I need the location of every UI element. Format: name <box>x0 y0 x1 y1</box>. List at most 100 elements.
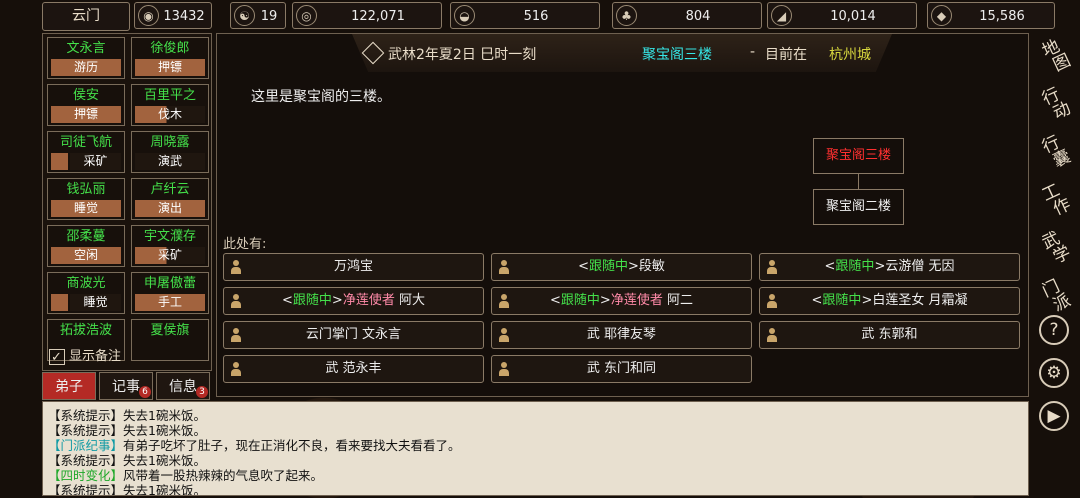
coin-pouch-icon: ◉ <box>138 5 159 26</box>
disciple-job: 采矿 <box>70 153 121 170</box>
bag-button[interactable]: 行囊 <box>1035 132 1075 183</box>
npc-post: > <box>331 293 343 308</box>
npc-button[interactable]: 武 耶律友琴 <box>491 321 752 349</box>
resource-counter: ◉ 13432 <box>134 2 212 29</box>
work-button[interactable]: 工作 <box>1035 180 1075 231</box>
npc-button[interactable]: 万鸿宝 <box>223 253 484 281</box>
job-progress-marker <box>51 294 68 311</box>
npc-name: 阿二 <box>662 293 693 308</box>
disciple-name: 商波光 <box>66 276 106 291</box>
npc-button[interactable]: <跟随中>段敏 <box>491 253 752 281</box>
npc-button[interactable]: <跟随中>云游僧 无因 <box>759 253 1020 281</box>
disciple-card[interactable]: 邵柔蔓 空闲 <box>47 225 125 267</box>
npc-button[interactable]: <跟随中>净莲使者 阿二 <box>491 287 752 315</box>
game-date: 武林2年夏2日 巳时一刻 <box>388 47 537 63</box>
npc-name: 武 东郭和 <box>861 327 918 342</box>
play-icon[interactable]: ▶ <box>1039 401 1069 431</box>
checkbox-icon[interactable] <box>49 346 65 370</box>
ore-icon: ◆ <box>931 5 952 26</box>
show-notes-toggle[interactable]: 显示备注 <box>43 345 211 370</box>
disciple-job: 演出 <box>135 200 205 217</box>
martial-arts-button[interactable]: 武学 <box>1035 228 1075 279</box>
notification-badge: 3 <box>196 386 208 398</box>
npc-post: > <box>861 293 873 308</box>
npc-button[interactable]: 武 东门和同 <box>491 355 752 383</box>
log-line: 【系统提示】失去1碗米饭。 <box>48 480 206 496</box>
resource-counter: ◆ 15,586 <box>927 2 1055 29</box>
tab-disciples[interactable]: 弟子 <box>42 372 96 400</box>
disciple-card[interactable]: 宇文濮存 采矿 <box>131 225 209 267</box>
npc-name: 武 耶律友琴 <box>586 327 657 342</box>
tab-label: 弟子 <box>55 379 83 395</box>
disciple-card[interactable]: 卢纤云 演出 <box>131 178 209 220</box>
disciple-name: 百里平之 <box>143 88 196 103</box>
disciple-card[interactable]: 侯安 押镖 <box>47 84 125 126</box>
copper-coin-icon: ◎ <box>296 5 317 26</box>
npc-name: 万鸿宝 <box>333 259 373 274</box>
minimap-current-room[interactable]: 聚宝阁三楼 <box>813 138 904 174</box>
npc-pre: < <box>811 293 823 308</box>
person-icon <box>231 260 241 274</box>
current-city: 杭州城 <box>829 47 871 63</box>
npc-post: > <box>628 259 639 274</box>
sect-name-button[interactable]: 云门 <box>42 2 130 31</box>
map-button[interactable]: 地图 <box>1035 36 1075 87</box>
message-log[interactable]: 【系统提示】失去1碗米饭。 【系统提示】失去1碗米饭。 【门派纪事】有弟子吃坏了肚子… <box>42 401 1029 496</box>
npc-name: 云门掌门 文永言 <box>305 327 402 342</box>
disciple-card[interactable]: 司徒飞航 采矿 <box>47 131 125 173</box>
job-progress-marker <box>51 153 68 170</box>
npc-button[interactable]: 武 范永丰 <box>223 355 484 383</box>
npc-button[interactable]: 武 东郭和 <box>759 321 1020 349</box>
disciple-name: 宇文濮存 <box>143 229 196 244</box>
log-text: 失去1碗米饭。 <box>123 483 206 496</box>
disciple-card[interactable]: 徐俊郎 押镖 <box>131 37 209 79</box>
minimap-room-below[interactable]: 聚宝阁二楼 <box>813 189 904 225</box>
menu-label: 工作 <box>1035 180 1075 219</box>
resource-value: 804 <box>685 9 711 24</box>
disciple-card[interactable]: 百里平之 伐木 <box>131 84 209 126</box>
tab-records[interactable]: 记事 6 <box>99 372 153 400</box>
resource-value: 19 <box>260 9 278 24</box>
person-icon <box>231 362 241 376</box>
npc-pre: < <box>550 293 561 308</box>
npc-button[interactable]: <跟随中>白莲圣女 月霜凝 <box>759 287 1020 315</box>
action-button[interactable]: 行动 <box>1035 84 1075 135</box>
disciple-job: 采矿 <box>135 247 205 264</box>
disciple-card[interactable]: 申屠傲蕾 手工 <box>131 272 209 314</box>
resource-counter: ◎ 122,071 <box>292 2 442 29</box>
disciple-job: 游历 <box>51 59 121 76</box>
location-description: 这里是聚宝阁的三楼。 <box>251 89 391 105</box>
npc-label: 武 东郭和 <box>861 327 917 342</box>
npc-name: 武 东门和同 <box>586 361 657 376</box>
npc-label: 武 东门和同 <box>587 361 656 376</box>
tab-messages[interactable]: 信息 3 <box>156 372 210 400</box>
resource-counter: ♣ 804 <box>612 2 762 29</box>
person-icon <box>499 328 509 342</box>
npc-button[interactable]: 云门掌门 文永言 <box>223 321 484 349</box>
person-icon <box>499 260 509 274</box>
disciple-name: 文永言 <box>66 41 106 56</box>
disciple-card[interactable]: 周晓露 演武 <box>131 131 209 173</box>
npc-label: <跟随中>段敏 <box>578 259 665 274</box>
disciple-job: 押镖 <box>135 59 205 76</box>
disciple-card[interactable]: 商波光 睡觉 <box>47 272 125 314</box>
menu-label: 地图 <box>1035 36 1075 75</box>
notification-badge: 6 <box>139 386 151 398</box>
disciple-card[interactable]: 钱弘丽 睡觉 <box>47 178 125 220</box>
tab-label: 信息 <box>169 379 197 395</box>
npc-tag: 跟随中 <box>588 259 628 274</box>
npc-name: 白莲圣女 月霜凝 <box>872 293 968 308</box>
disciple-card[interactable]: 文永言 游历 <box>47 37 125 79</box>
help-icon[interactable]: ? <box>1039 315 1069 345</box>
wood-log-icon: ◢ <box>771 5 792 26</box>
disciple-job: 押镖 <box>51 106 121 123</box>
disciple-panel: 文永言游历 徐俊郎 押镖 侯安 押镖 百里平之 伐木 司徒飞航 采矿 周晓露 演武 钱弘丽 睡觉 卢纤云演… <box>42 33 212 371</box>
settings-gear-icon[interactable]: ⚙ <box>1039 358 1069 388</box>
npc-post: > <box>599 293 611 308</box>
disciple-name: 周晓露 <box>150 135 190 150</box>
npc-button[interactable]: <跟随中>净莲使者 阿大 <box>223 287 484 315</box>
yin-yang-icon: ☯ <box>234 5 255 26</box>
resource-counter: ◢ 10,014 <box>767 2 917 29</box>
person-icon <box>499 294 509 308</box>
npc-pre: < <box>824 259 836 274</box>
